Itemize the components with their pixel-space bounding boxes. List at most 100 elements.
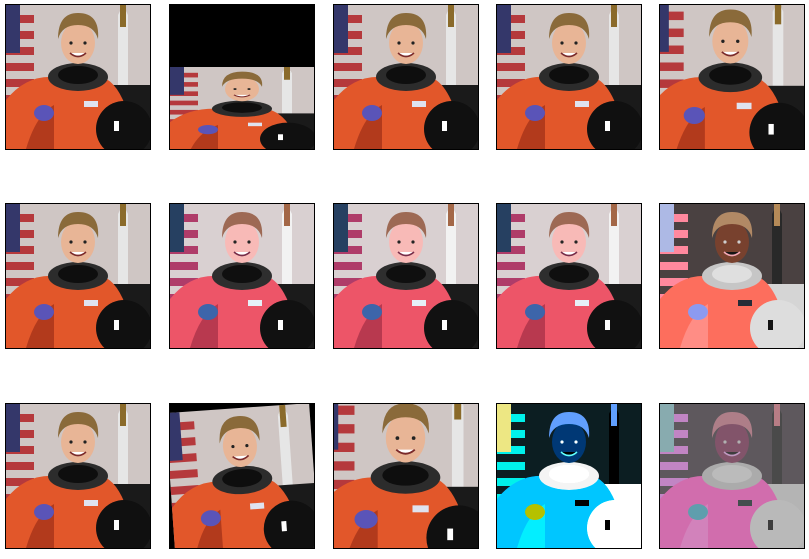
helmet-reflection — [447, 528, 454, 541]
eye — [736, 39, 740, 43]
flag-stripe — [334, 461, 355, 471]
flag-stripe — [660, 462, 688, 470]
collar — [549, 465, 589, 483]
eye — [574, 41, 578, 45]
flag-stripe — [497, 462, 525, 470]
shuttle-tank — [120, 204, 126, 226]
flag-canton — [6, 404, 20, 452]
shuttle-tank — [120, 5, 126, 27]
face — [552, 22, 586, 64]
name-tag — [249, 502, 265, 510]
name-tag — [84, 300, 98, 306]
astronaut-photo — [497, 404, 641, 548]
eye — [247, 240, 251, 244]
collar — [58, 265, 98, 283]
name-tag — [736, 102, 752, 110]
name-tag — [738, 300, 752, 306]
eye — [83, 41, 87, 45]
flag-stripe — [6, 63, 34, 71]
flag-canton — [660, 5, 669, 52]
eye — [721, 39, 725, 43]
helmet-reflection — [114, 320, 119, 330]
shuttle-tank — [774, 404, 780, 426]
astronaut-photo — [6, 5, 150, 149]
flag-stripe — [497, 262, 525, 270]
face — [715, 221, 749, 263]
eye — [560, 41, 564, 45]
face — [225, 76, 259, 102]
flag-stripe — [660, 62, 684, 71]
portrait-layer — [334, 5, 478, 149]
image-panel — [169, 203, 315, 349]
name-tag — [248, 300, 262, 306]
helmet-reflection — [605, 320, 610, 330]
flag-canton — [660, 404, 674, 452]
shuttle-tank — [448, 204, 454, 226]
flag-stripe — [6, 262, 34, 270]
mission-patch — [362, 304, 382, 320]
eye — [247, 88, 251, 90]
mission-patch — [688, 504, 708, 520]
image-panel — [496, 203, 642, 349]
eye — [395, 436, 400, 440]
name-tag — [84, 500, 98, 506]
mission-patch — [362, 105, 382, 121]
image-panel — [333, 203, 479, 349]
mission-patch — [525, 105, 545, 121]
eye — [397, 41, 401, 45]
name-tag — [84, 101, 98, 107]
flag-stripe — [497, 63, 525, 71]
image-panel — [169, 403, 315, 549]
face — [385, 413, 426, 463]
eye — [411, 240, 415, 244]
eye — [233, 88, 237, 90]
flag-canton — [6, 204, 20, 252]
helmet-reflection — [768, 123, 774, 135]
name-tag — [412, 101, 426, 107]
eye — [574, 440, 578, 444]
helmet-reflection — [768, 520, 773, 530]
shuttle-tank — [448, 5, 454, 27]
helmet-reflection — [281, 521, 287, 532]
helmet-reflection — [605, 520, 610, 530]
portrait-layer — [6, 404, 150, 548]
eye — [560, 240, 564, 244]
mission-patch — [525, 504, 545, 520]
helmet-reflection — [278, 134, 283, 141]
face — [389, 22, 423, 64]
image-panel — [496, 403, 642, 549]
flag-canton — [497, 204, 511, 252]
astronaut-photo — [334, 5, 478, 149]
name-tag — [248, 122, 262, 127]
astronaut-photo — [497, 5, 641, 149]
eye — [737, 240, 741, 244]
eye — [69, 240, 73, 244]
astronaut-photo — [660, 5, 804, 149]
flag-canton — [6, 5, 20, 53]
mission-patch — [683, 106, 705, 124]
flag-canton — [334, 204, 348, 252]
image-panel — [659, 203, 805, 349]
flag-stripe — [334, 262, 362, 270]
flag-canton — [660, 204, 674, 252]
portrait-layer — [660, 404, 804, 548]
shuttle-tank — [454, 404, 462, 420]
helmet-reflection — [605, 121, 610, 131]
flag-canton — [497, 5, 511, 53]
portrait-layer — [6, 204, 150, 348]
mission-patch — [34, 105, 54, 121]
shuttle-tank — [120, 404, 126, 426]
face — [715, 421, 749, 463]
flag-stripe — [170, 100, 198, 106]
collar — [549, 265, 589, 283]
portrait-layer — [170, 204, 314, 348]
portrait-layer — [334, 404, 478, 548]
helmet-reflection — [442, 121, 447, 131]
shuttle-tank — [774, 5, 782, 25]
astronaut-photo — [334, 404, 478, 548]
astronaut-photo — [170, 404, 314, 548]
portrait-layer — [497, 204, 641, 348]
eye — [233, 240, 237, 244]
astronaut-photo — [170, 204, 314, 348]
astronaut-photo — [334, 204, 478, 348]
